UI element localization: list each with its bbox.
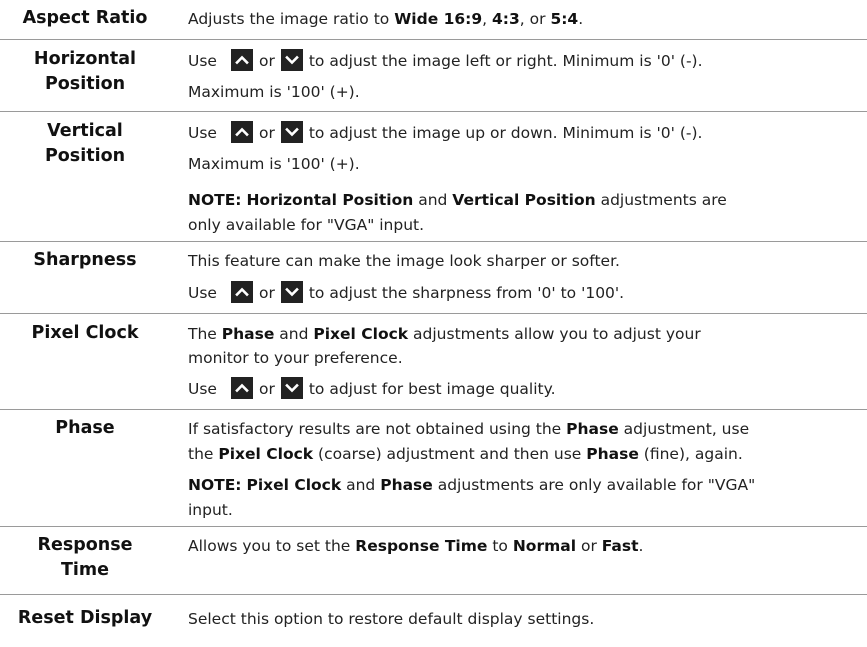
row-separator xyxy=(0,39,867,40)
vertical-position-desc: Use or to adjust the image up or down. Min… xyxy=(188,120,702,145)
row-separator xyxy=(0,313,867,314)
row-separator xyxy=(0,409,867,410)
chevron-down-icon xyxy=(280,120,303,143)
pixel-clock-desc-2: monitor to your preference. xyxy=(188,349,403,367)
chevron-up-icon xyxy=(230,376,253,399)
chevron-down-icon xyxy=(280,376,303,399)
chevron-up-icon xyxy=(230,120,253,143)
chevron-down-icon xyxy=(280,48,303,71)
phase-desc-2: the Pixel Clock (coarse) adjustment and … xyxy=(188,445,743,463)
row-separator xyxy=(0,594,867,595)
pixel-clock-label: Pixel Clock xyxy=(31,323,139,343)
aspect-ratio-label: Aspect Ratio xyxy=(22,8,148,28)
response-time-label: Response Time xyxy=(37,535,133,580)
horizontal-position-desc-2: Maximum is '100' (+). xyxy=(188,83,360,101)
vertical-position-label: Vertical Position xyxy=(44,121,126,166)
aspect-ratio-desc: Adjusts the image ratio to Wide 16:9, 4:… xyxy=(188,10,584,28)
row-separator xyxy=(0,241,867,242)
response-time-desc: Allows you to set the Response Time to N… xyxy=(188,537,644,555)
horizontal-position-label: Horizontal Position xyxy=(33,49,137,94)
vertical-position-desc-2: Maximum is '100' (+). xyxy=(188,155,360,173)
row-separator xyxy=(0,111,867,112)
sharpness-desc: This feature can make the image look sha… xyxy=(188,252,620,270)
menu-description-table: Aspect Ratio Adjusts the image ratio to … xyxy=(0,0,867,647)
sharpness-desc-2: Use or to adjust the sharpness from '0' to… xyxy=(188,280,624,305)
phase-note: NOTE: Pixel Clock and Phase adjustments … xyxy=(188,476,756,494)
pixel-clock-desc: The Phase and Pixel Clock adjustments al… xyxy=(188,325,701,343)
reset-display-label: Reset Display xyxy=(17,608,153,628)
phase-desc: If satisfactory results are not obtained… xyxy=(188,420,750,438)
vertical-position-note-2: only available for "VGA" input. xyxy=(188,216,425,234)
row-separator xyxy=(0,526,867,527)
vertical-position-note: NOTE: Horizontal Position and Vertical P… xyxy=(188,191,727,209)
pixel-clock-desc-3: Use or to adjust for best image quality. xyxy=(188,376,556,401)
phase-label: Phase xyxy=(55,418,115,438)
reset-display-desc: Select this option to restore default di… xyxy=(188,610,595,628)
sharpness-label: Sharpness xyxy=(33,250,137,270)
chevron-up-icon xyxy=(230,280,253,303)
horizontal-position-desc: Use or to adjust the image left or right. … xyxy=(188,48,703,73)
chevron-down-icon xyxy=(280,280,303,303)
chevron-up-icon xyxy=(230,48,253,71)
phase-note-2: input. xyxy=(188,501,233,519)
